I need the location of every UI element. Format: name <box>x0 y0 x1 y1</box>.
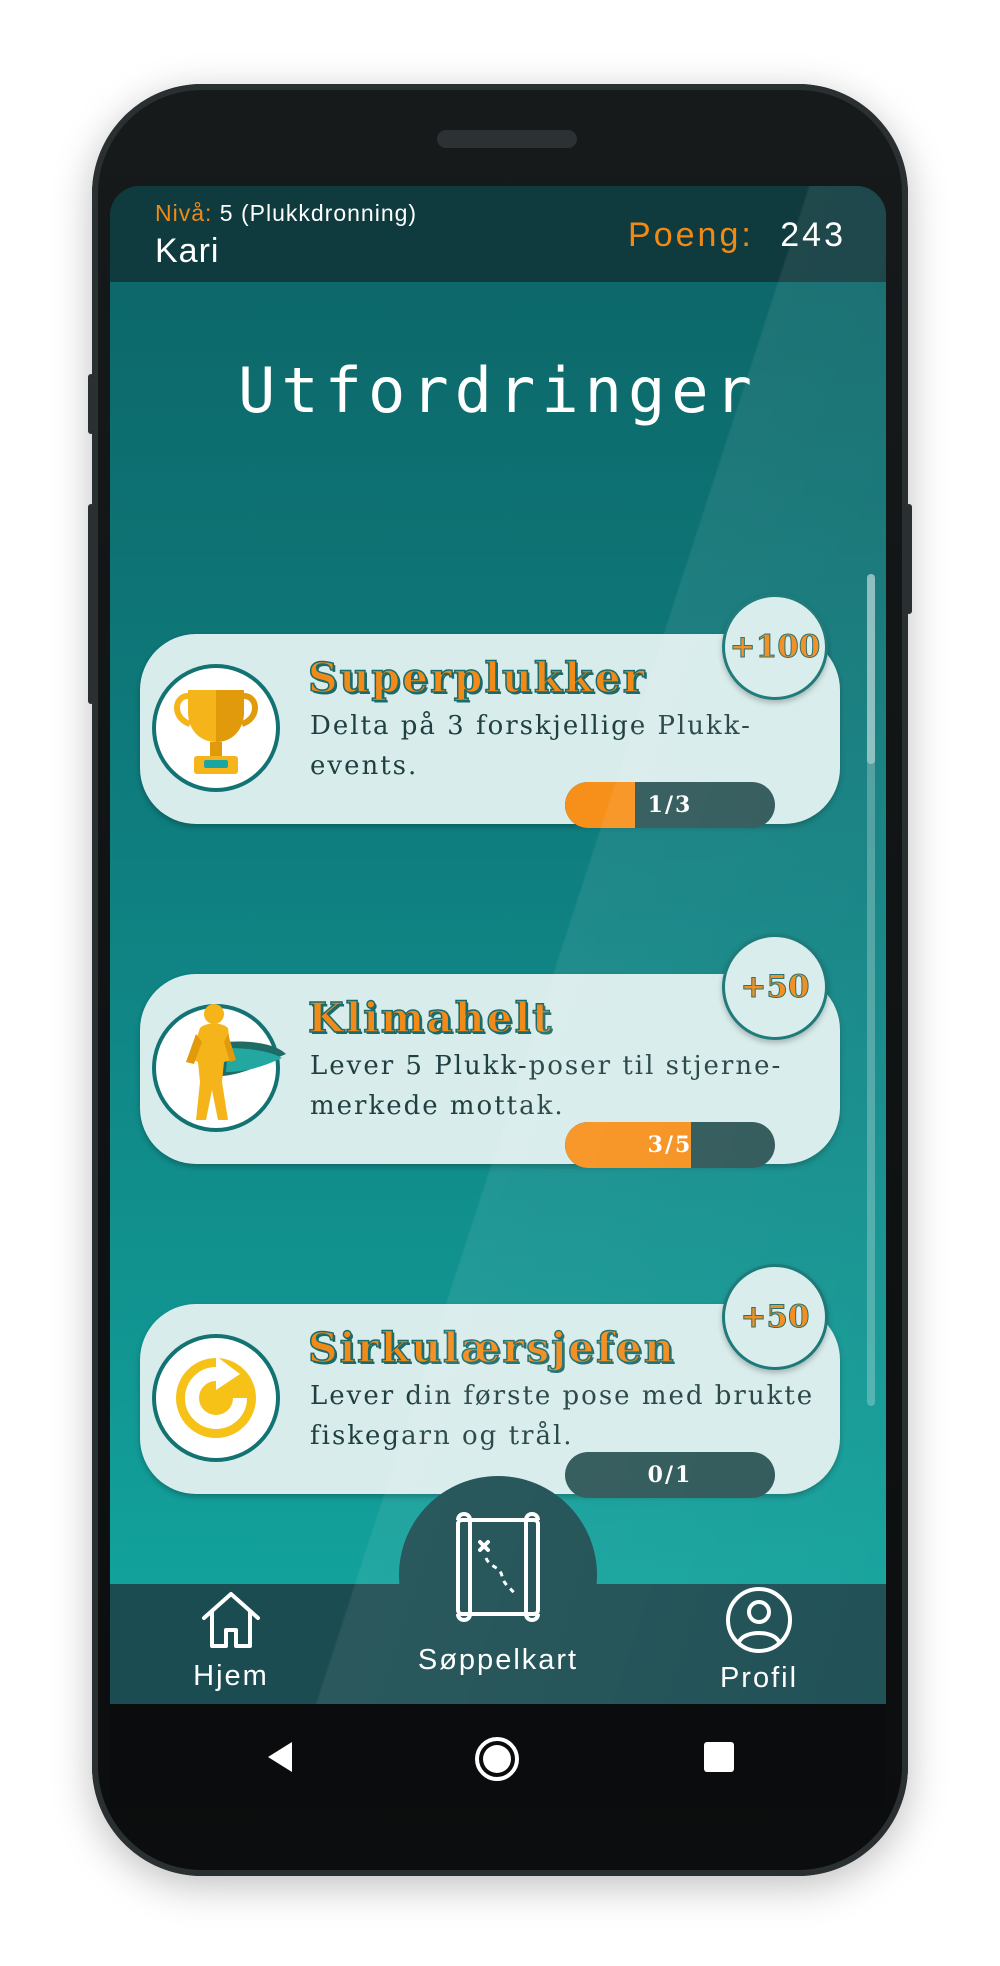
points-label: Poeng: <box>628 216 754 254</box>
scrollbar-thumb[interactable] <box>867 574 875 764</box>
stage: Nivå: 5 (Plukkdronning) Kari Poeng: 243 … <box>0 0 1000 1966</box>
back-triangle-icon[interactable] <box>264 1740 296 1774</box>
nav-profile[interactable]: Profil <box>694 1586 824 1695</box>
progress-bar: 0/1 <box>565 1452 775 1498</box>
level-label: Nivå: <box>155 200 213 226</box>
challenge-description: Lever din første pose med brukte fiskega… <box>310 1381 815 1451</box>
home-circle-icon[interactable] <box>472 1734 522 1784</box>
nav-home[interactable]: Hjem <box>166 1586 296 1693</box>
level-line: Nivå: 5 (Plukkdronning) <box>155 200 417 227</box>
home-icon <box>202 1592 260 1648</box>
challenge-card[interactable]: Superplukker Delta på 3 forskjellige Plu… <box>140 398 840 828</box>
recents-square-icon[interactable] <box>702 1740 736 1774</box>
challenge-card[interactable]: Sirkulærsjefen Lever din første pose med… <box>140 1068 840 1498</box>
profile-icon <box>726 1587 792 1653</box>
volume-button <box>88 374 94 434</box>
system-nav-bar <box>110 1704 886 1808</box>
recycle-arrow-icon <box>152 1334 280 1462</box>
earpiece-speaker <box>437 130 577 148</box>
app-screen: Nivå: 5 (Plukkdronning) Kari Poeng: 243 … <box>110 186 886 1704</box>
volume-button <box>88 504 94 704</box>
nav-map-label: Søppelkart <box>417 1644 579 1676</box>
points-value: 243 <box>780 216 846 254</box>
power-button <box>906 504 912 614</box>
reward-badge: +100 <box>722 594 828 700</box>
reward-badge: +50 <box>722 934 828 1040</box>
level-value: 5 (Plukkdronning) <box>219 200 418 226</box>
reward-badge: +50 <box>722 1264 828 1370</box>
scrollbar[interactable] <box>867 574 875 1406</box>
treasure-map-icon <box>456 1512 540 1622</box>
nav-home-label: Hjem <box>193 1660 269 1692</box>
app-header: Nivå: 5 (Plukkdronning) Kari Poeng: 243 <box>110 186 886 282</box>
nav-profile-label: Profil <box>719 1662 799 1694</box>
nav-map[interactable]: Søppelkart <box>388 1506 608 1677</box>
points-display: Poeng: 243 <box>628 216 846 255</box>
challenge-card[interactable]: Klimahelt Lever 5 Plukk-poser til stjern… <box>140 738 840 1168</box>
challenge-title: Sirkulærsjefen <box>307 1323 676 1373</box>
progress-label: 0/1 <box>647 1462 693 1488</box>
challenge-title: Klimahelt <box>307 993 554 1043</box>
challenge-title: Superplukker <box>307 653 647 703</box>
user-name: Kari <box>155 232 220 270</box>
